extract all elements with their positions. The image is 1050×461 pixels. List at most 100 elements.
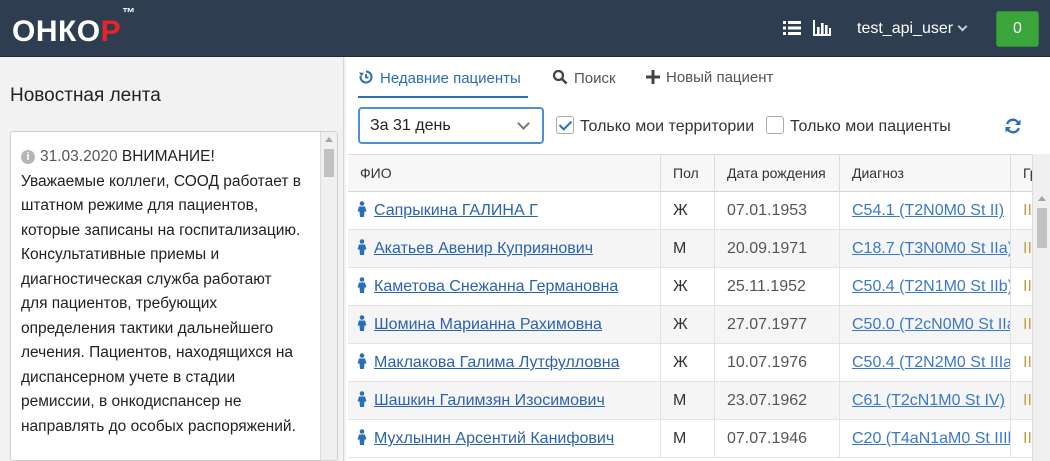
cell-text: Ж (673, 354, 688, 371)
scroll-thumb[interactable] (1037, 208, 1047, 248)
patient-name-link[interactable]: Мухлынин Арсентий Канифович (374, 430, 614, 447)
person-icon (357, 353, 367, 369)
column-header-name[interactable]: ФИО (348, 155, 392, 192)
table-row[interactable]: Шашкин Галимзян Изосимович М 23.07.1962 C61… (348, 382, 1032, 420)
filters-bar: За 31 день Только мои территории Только … (346, 98, 1050, 154)
cell-diagnosis[interactable]: C61 (T2cN1M0 St IV) (839, 382, 1010, 420)
cell-name[interactable]: Сапрыкина ГАЛИНА Г (348, 192, 660, 230)
cell-name[interactable]: Каметова Снежанна Германовна (348, 268, 660, 306)
cell-diagnosis[interactable]: C18.7 (T3N0M0 St IIa) (839, 230, 1010, 268)
tab-recent-patients[interactable]: Недавние пациенты (358, 69, 528, 98)
cell-text: Ж (673, 278, 688, 295)
cell-dob: 20.09.1971 (714, 230, 839, 268)
user-menu[interactable]: test_api_user (857, 20, 968, 38)
history-icon (359, 70, 373, 84)
search-icon (552, 69, 568, 85)
diagnosis-link[interactable]: C50.4 (T2N1M0 St IIb) (852, 278, 1010, 295)
news-line: ремиссии, в онкодиспансер не (21, 393, 242, 410)
only-my-territories-checkbox[interactable]: Только мои территории (556, 116, 754, 136)
diagnosis-link[interactable]: C54.1 (T2N0M0 St II) (852, 202, 1004, 219)
column-header-dob[interactable]: Дата рождения (714, 155, 826, 192)
cell-text: II (1023, 240, 1032, 257)
only-my-patients-checkbox[interactable]: Только мои пациенты (766, 116, 951, 136)
cell-dob: 07.07.1946 (714, 420, 839, 458)
app-logo[interactable]: ОНКОР™ (12, 5, 136, 47)
column-header-group[interactable]: Гр. (1010, 155, 1032, 192)
cell-sex: М (660, 420, 714, 458)
cell-diagnosis[interactable]: C20 (T4aN1aM0 St IIIb (839, 420, 1010, 458)
cell-group: II (1010, 306, 1032, 344)
patient-name-link[interactable]: Шашкин Галимзян Изосимович (374, 392, 605, 409)
notifications-badge[interactable]: 0 (996, 11, 1039, 47)
news-scrollbar[interactable] (320, 132, 337, 460)
cell-text: 27.07.1977 (727, 316, 808, 333)
scroll-up-arrow-icon[interactable] (325, 137, 333, 142)
cell-group: II (1010, 230, 1032, 268)
diagnosis-link[interactable]: C61 (T2cN1M0 St IV) (852, 392, 1005, 409)
patient-name-link[interactable]: Шомина Марианна Рахимовна (374, 316, 602, 333)
period-select[interactable]: За 31 день (358, 107, 544, 144)
patient-name-link[interactable]: Каметова Снежанна Германовна (374, 278, 618, 295)
table-row[interactable]: Маклакова Галима Лутфулловна Ж 10.07.1976 C… (348, 344, 1032, 382)
cell-sex: Ж (660, 344, 714, 382)
cell-name[interactable]: Маклакова Галима Лутфулловна (348, 344, 660, 382)
refresh-icon[interactable] (1004, 117, 1022, 135)
table-row[interactable]: Акатьев Авенир Куприянович М 20.09.1971 C18… (348, 230, 1032, 268)
cell-name[interactable]: Шомина Марианна Рахимовна (348, 306, 660, 344)
table-scrollbar[interactable] (1032, 154, 1050, 461)
person-icon (357, 315, 367, 331)
cell-text: 20.09.1971 (727, 240, 808, 257)
table-row[interactable]: Каметова Снежанна Германовна Ж 25.11.1952 C… (348, 268, 1032, 306)
diagnosis-link[interactable]: C50.0 (T2cN0M0 St IIa (852, 316, 1010, 333)
checkbox-checked-icon[interactable] (556, 116, 574, 134)
news-line: которые записаны на госпитализацию. (21, 221, 301, 239)
patient-name-link[interactable]: Акатьев Авенир Куприянович (374, 240, 593, 257)
cell-dob: 23.07.1962 (714, 382, 839, 420)
tab-new-patient[interactable]: Новый пациент (646, 69, 773, 98)
bar-chart-icon[interactable] (812, 18, 832, 38)
table-row[interactable]: Мухлынин Арсентий Канифович М 07.07.1946 C2… (348, 420, 1032, 458)
cell-diagnosis[interactable]: C50.4 (T2N1M0 St IIb) (839, 268, 1010, 306)
person-icon (357, 391, 367, 407)
table-row[interactable]: Шомина Марианна Рахимовна Ж 27.07.1977 C50.… (348, 306, 1032, 344)
cell-text: II (1023, 392, 1032, 409)
tab-search[interactable]: Поиск (552, 69, 616, 98)
table-row[interactable]: Сапрыкина ГАЛИНА Г Ж 07.01.1953 C54.1 (T2N0… (348, 192, 1032, 230)
cell-text: II (1023, 316, 1032, 333)
news-item: i 31.03.2020 ВНИМАНИЕ! Уважаемые коллеги,… (21, 145, 321, 439)
list-icon[interactable] (782, 18, 802, 38)
news-line: диспансерном учете в стадии (21, 368, 236, 386)
cell-sex: М (660, 230, 714, 268)
patient-name-link[interactable]: Маклакова Галима Лутфулловна (374, 354, 619, 371)
cell-sex: Ж (660, 268, 714, 306)
cell-name[interactable]: Акатьев Авенир Куприянович (348, 230, 660, 268)
cell-name[interactable]: Мухлынин Арсентий Канифович (348, 420, 660, 458)
diagnosis-link[interactable]: C50.4 (T2N2M0 St IIIa) (852, 354, 1010, 371)
scroll-thumb[interactable] (324, 149, 334, 177)
checkbox-unchecked-icon[interactable] (766, 116, 784, 134)
cell-text: 07.01.1953 (727, 202, 808, 219)
patients-panel: Недавние пациенты Поиск Новый пациент За… (346, 57, 1050, 461)
info-icon: i (21, 150, 35, 164)
cell-text: 25.11.1952 (727, 278, 806, 295)
scroll-up-arrow-icon[interactable] (1038, 196, 1046, 201)
news-line: определения тактики дальнейшего (21, 319, 274, 337)
column-header-sex[interactable]: Пол (660, 155, 699, 192)
cell-dob: 10.07.1976 (714, 344, 839, 382)
cell-name[interactable]: Шашкин Галимзян Изосимович (348, 382, 660, 420)
cell-sex: Ж (660, 192, 714, 230)
cell-text: Ж (673, 316, 688, 333)
news-line: Консультативные приемы и (21, 246, 220, 263)
cell-diagnosis[interactable]: C50.4 (T2N2M0 St IIIa) (839, 344, 1010, 382)
column-header-diagnosis[interactable]: Диагноз (839, 155, 904, 192)
diagnosis-link[interactable]: C18.7 (T3N0M0 St IIa) (852, 240, 1010, 257)
diagnosis-link[interactable]: C20 (T4aN1aM0 St IIIb (852, 430, 1010, 447)
cell-group: II (1010, 420, 1032, 458)
chevron-down-icon (957, 21, 968, 32)
person-icon (357, 201, 367, 217)
person-icon (357, 239, 367, 255)
patient-name-link[interactable]: Сапрыкина ГАЛИНА Г (374, 202, 538, 219)
cell-diagnosis[interactable]: C50.0 (T2cN0M0 St IIa (839, 306, 1010, 344)
news-line: диагностическая служба работают (21, 270, 272, 288)
cell-diagnosis[interactable]: C54.1 (T2N0M0 St II) (839, 192, 1010, 230)
